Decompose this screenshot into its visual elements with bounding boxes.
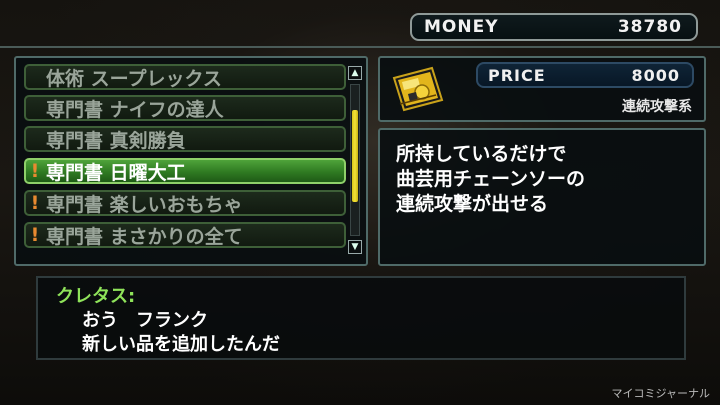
price-label: PRICE — [488, 65, 546, 85]
item-category: 連続攻撃系 — [622, 99, 692, 115]
scroll-down-arrow-icon[interactable]: ▼ — [348, 240, 362, 254]
book-item-icon — [392, 66, 444, 112]
list-item-label: 専門書 まさかりの全て — [46, 225, 243, 248]
shop-item-list: 体術 スープレックス 専門書 ナイフの達人 専門書 真剣勝負 ! 専門書 日曜大… — [14, 56, 368, 266]
watermark: マイコミジャーナル — [611, 387, 710, 400]
scrollbar-track[interactable] — [350, 84, 360, 236]
list-item[interactable]: ! 専門書 楽しいおもちゃ — [24, 190, 346, 216]
warning-mark-icon: ! — [30, 160, 40, 182]
list-item[interactable]: 体術 スープレックス — [24, 64, 346, 90]
description-line: 連続攻撃が出せる — [396, 193, 549, 215]
warning-mark-icon: ! — [30, 224, 40, 246]
list-item[interactable]: 専門書 真剣勝負 — [24, 126, 346, 152]
list-item-label: 専門書 ナイフの達人 — [46, 98, 224, 121]
money-value: 38780 — [617, 17, 682, 37]
dialogue-line: 新しい品を追加したんだ — [82, 334, 280, 355]
list-item[interactable]: 専門書 ナイフの達人 — [24, 95, 346, 121]
list-item-label: 専門書 楽しいおもちゃ — [46, 193, 243, 216]
money-label: MONEY — [424, 17, 499, 37]
list-item-label: 体術 スープレックス — [46, 67, 222, 90]
dialogue-box[interactable]: クレタス: おう フランク 新しい品を追加したんだ — [36, 276, 686, 360]
list-item-label: 専門書 日曜大工 — [46, 161, 186, 184]
description-line: 曲芸用チェーンソーの — [396, 168, 586, 190]
warning-mark-icon: ! — [30, 192, 40, 214]
money-display: MONEY 38780 — [410, 13, 698, 41]
item-detail-panel: PRICE 8000 連続攻撃系 — [378, 56, 706, 122]
price-display: PRICE 8000 — [476, 62, 694, 88]
list-item[interactable]: ! 専門書 まさかりの全て — [24, 222, 346, 248]
description-line: 所持しているだけで — [396, 143, 567, 165]
dialogue-line: おう フランク — [82, 310, 208, 331]
item-description-panel: 所持しているだけで 曲芸用チェーンソーの 連続攻撃が出せる — [378, 128, 706, 266]
top-divider — [0, 46, 720, 48]
list-item-label: 専門書 真剣勝負 — [46, 129, 186, 152]
price-value: 8000 — [631, 65, 680, 85]
scrollbar-thumb[interactable] — [352, 110, 358, 202]
list-item-selected[interactable]: ! 専門書 日曜大工 — [24, 158, 346, 184]
speaker-name: クレタス: — [56, 286, 136, 307]
scroll-up-arrow-icon[interactable]: ▲ — [348, 66, 362, 80]
